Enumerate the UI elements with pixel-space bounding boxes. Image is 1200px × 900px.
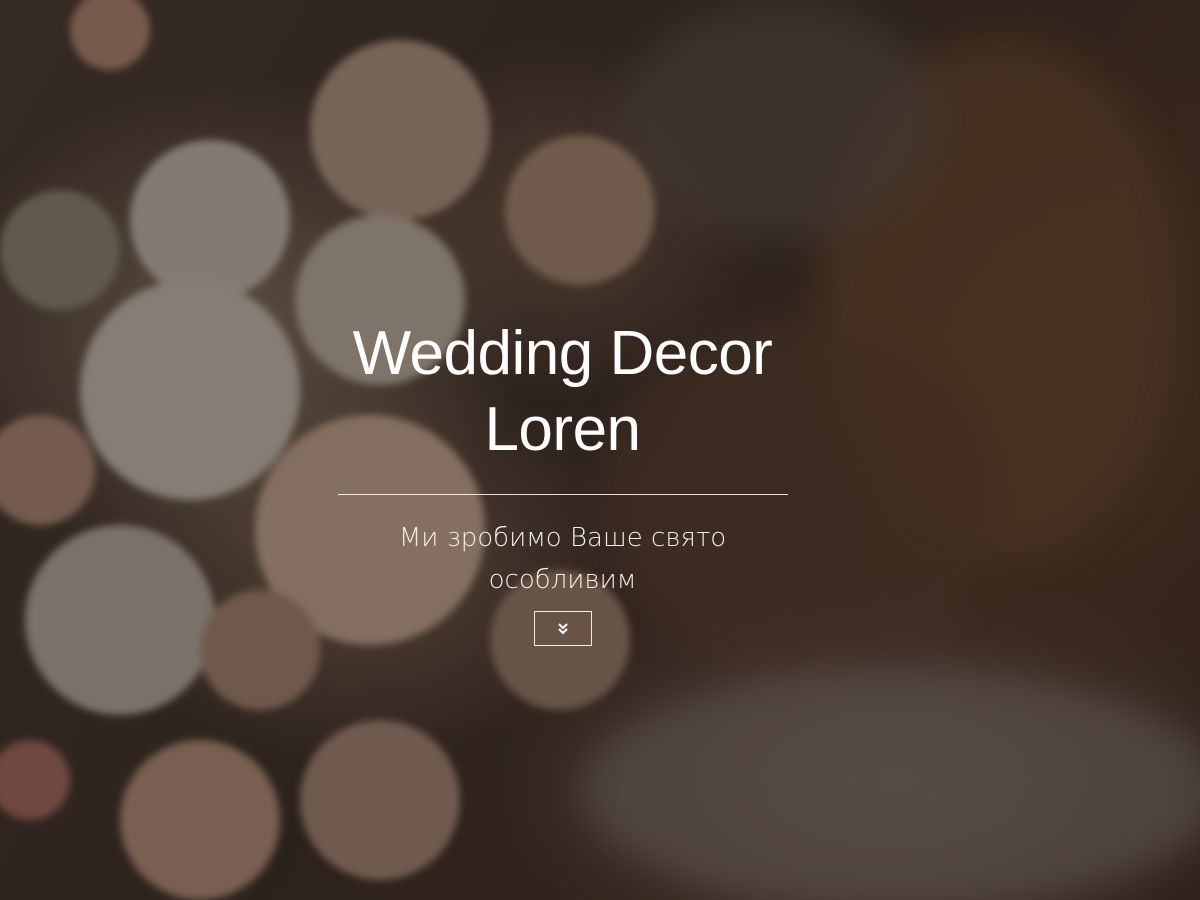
tagline-line-1: Ми зробимо Ваше свято [398,523,727,553]
tagline: Ми зробимо Ваше свято особливим [383,517,743,601]
hero-content: Wedding Decor Loren Ми зробимо Ваше свят… [0,316,1125,646]
scroll-down-button[interactable] [533,611,592,646]
hero-section: Wedding Decor Loren Ми зробимо Ваше свят… [0,0,1200,900]
site-title: Wedding Decor Loren [303,316,823,468]
site-title-line-1: Wedding Decor [352,319,773,388]
tagline-line-2: особливим [488,565,637,595]
title-divider [337,494,788,495]
double-chevron-down-icon [557,622,568,634]
site-title-line-2: Loren [484,395,641,464]
